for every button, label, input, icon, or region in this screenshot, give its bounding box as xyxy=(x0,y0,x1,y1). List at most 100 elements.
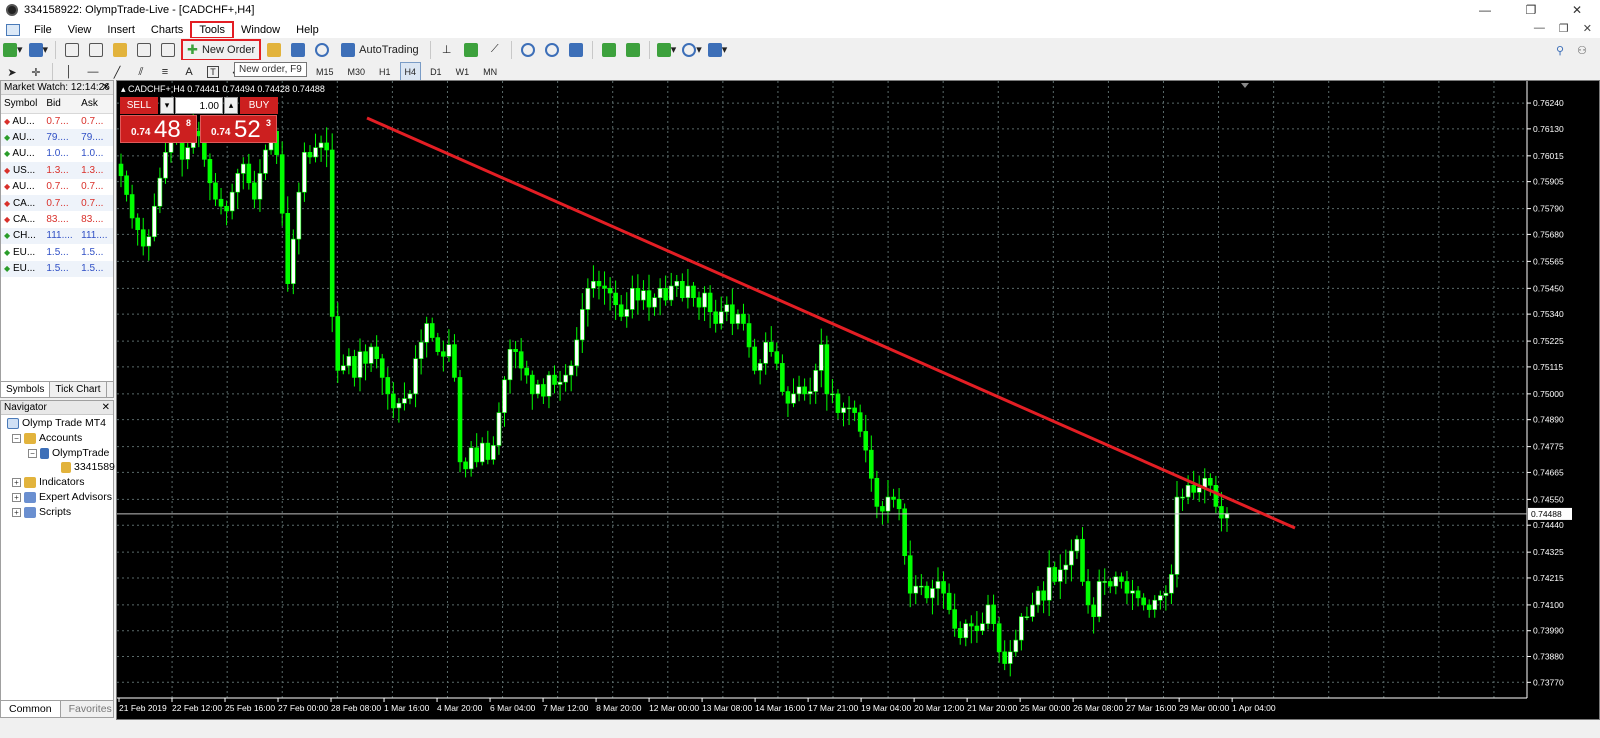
market-watch-row[interactable]: ◆ CA... 0.7... 0.7... xyxy=(1,194,113,212)
profiles-button[interactable]: ▾ xyxy=(28,40,50,60)
menu-help[interactable]: Help xyxy=(288,22,327,38)
metaeditor-button[interactable] xyxy=(264,40,284,60)
nav-scripts[interactable]: + Scripts xyxy=(12,506,71,518)
candle-bullish xyxy=(818,344,824,371)
nav-server[interactable]: − OlympTrade xyxy=(28,447,109,459)
community-button[interactable]: ⚇ xyxy=(1572,40,1592,60)
line-chart-button[interactable]: ⟋ xyxy=(485,40,505,60)
chart-shift-button[interactable] xyxy=(623,40,643,60)
candlestick-button[interactable] xyxy=(461,40,481,60)
lots-increase-button[interactable]: ▴ xyxy=(224,97,238,114)
timeframe-m15[interactable]: M15 xyxy=(311,62,339,82)
tab-common[interactable]: Common xyxy=(1,701,61,717)
zoom-out-button[interactable] xyxy=(542,40,562,60)
expand-icon[interactable]: + xyxy=(12,492,21,502)
collapse-icon[interactable]: − xyxy=(28,448,37,458)
trendline-button[interactable]: ╱ xyxy=(107,62,127,82)
expand-icon[interactable]: + xyxy=(12,507,21,517)
navigator-button[interactable] xyxy=(110,40,130,60)
chart-document-icon[interactable] xyxy=(6,23,20,36)
sell-price-button[interactable]: 0.74 48 8 xyxy=(120,115,197,143)
fibonacci-button[interactable]: ≡ xyxy=(155,62,175,82)
market-watch-row[interactable]: ◆ AU... 0.7... 0.7... xyxy=(1,113,113,129)
templates-button[interactable]: ▾ xyxy=(707,40,729,60)
sell-button[interactable]: SELL xyxy=(120,97,158,114)
market-watch-row[interactable]: ◆ EU... 1.5... 1.5... xyxy=(1,260,113,277)
timeframe-mn[interactable]: MN xyxy=(478,62,502,82)
options-button[interactable] xyxy=(312,40,332,60)
timeframe-w1[interactable]: W1 xyxy=(451,62,475,82)
equidistant-channel-button[interactable]: ⫽ xyxy=(131,62,151,82)
buy-price-button[interactable]: 0.74 52 3 xyxy=(200,115,277,143)
maximize-button[interactable]: ❐ xyxy=(1508,0,1554,20)
signals-button[interactable] xyxy=(288,40,308,60)
candle-bearish xyxy=(329,149,335,317)
navigator-close-icon[interactable]: ✕ xyxy=(102,401,110,414)
strategy-tester-button[interactable] xyxy=(158,40,178,60)
menu-tools[interactable]: Tools xyxy=(190,20,234,39)
mdi-minimize-button[interactable]: — xyxy=(1534,22,1545,35)
tile-windows-button[interactable] xyxy=(566,40,586,60)
column-symbol[interactable]: Symbol xyxy=(1,95,44,114)
minimize-button[interactable]: — xyxy=(1462,0,1508,20)
menu-file[interactable]: File xyxy=(26,22,60,38)
horizontal-line-button[interactable]: — xyxy=(83,62,103,82)
tab-symbols[interactable]: Symbols xyxy=(1,382,51,397)
market-watch-row[interactable]: ◆ AU... 1.0... 1.0... xyxy=(1,146,113,162)
data-window-button[interactable] xyxy=(86,40,106,60)
menu-window[interactable]: Window xyxy=(233,22,288,38)
nav-account[interactable]: 3341589 xyxy=(61,461,115,473)
tab-favorites[interactable]: Favorites xyxy=(61,701,121,717)
mdi-close-button[interactable]: ✕ xyxy=(1583,22,1592,35)
market-watch-row[interactable]: ◆ CH... 111.... 111.... xyxy=(1,227,113,245)
nav-accounts[interactable]: − Accounts xyxy=(12,432,82,444)
column-bid[interactable]: Bid xyxy=(43,95,79,114)
timeframe-m30[interactable]: M30 xyxy=(343,62,371,82)
crosshair-button[interactable]: ✛ xyxy=(26,62,46,82)
timeframe-h4[interactable]: H4 xyxy=(399,62,422,82)
vertical-line-button[interactable]: │ xyxy=(59,62,79,82)
expand-icon[interactable]: + xyxy=(12,477,21,487)
time-axis-label: 6 Mar 04:00 xyxy=(490,703,536,713)
market-watch-row[interactable]: ◆ AU... 79.... 79.... xyxy=(1,129,113,146)
nav-root[interactable]: Olymp Trade MT4 xyxy=(7,417,106,429)
bar-chart-button[interactable]: ⊥ xyxy=(437,40,457,60)
collapse-icon[interactable]: − xyxy=(12,433,21,443)
nav-indicators[interactable]: + Indicators xyxy=(12,476,85,488)
text-label-button[interactable]: T xyxy=(203,62,223,82)
mdi-restore-button[interactable]: ❐ xyxy=(1559,22,1569,35)
indicators-button[interactable]: ▾ xyxy=(656,40,678,60)
menu-view[interactable]: View xyxy=(60,22,100,38)
market-watch-close-icon[interactable]: ✕ xyxy=(102,81,110,94)
nav-expert-advisors[interactable]: + Expert Advisors xyxy=(12,491,112,503)
search-button[interactable]: ⚲ xyxy=(1550,40,1570,60)
menu-insert[interactable]: Insert xyxy=(99,22,143,38)
cursor-button[interactable]: ➤ xyxy=(2,62,22,82)
column-ask[interactable]: Ask xyxy=(78,95,113,114)
tab-tick-chart[interactable]: Tick Chart xyxy=(50,382,107,397)
auto-scroll-button[interactable] xyxy=(599,40,619,60)
market-watch-row[interactable]: ◆ AU... 0.7... 0.7... xyxy=(1,179,113,195)
buy-button[interactable]: BUY xyxy=(240,97,278,114)
time-axis-label: 22 Feb 12:00 xyxy=(172,703,222,713)
autotrading-button[interactable]: AutoTrading xyxy=(336,40,424,60)
lots-input[interactable]: 1.00 xyxy=(175,97,223,114)
market-watch-row[interactable]: ◆ EU... 1.5... 1.5... xyxy=(1,244,113,260)
zoom-in-button[interactable] xyxy=(518,40,538,60)
menu-charts[interactable]: Charts xyxy=(143,22,191,38)
new-chart-button[interactable]: ▾ xyxy=(2,40,24,60)
terminal-button[interactable] xyxy=(134,40,154,60)
text-button[interactable]: A xyxy=(179,62,199,82)
close-button[interactable]: ✕ xyxy=(1554,0,1600,20)
chart-window[interactable]: 0.76240 0.76130 0.76015 0.75905 0.75790 0.756… xyxy=(116,80,1600,720)
chart-collapse-icon[interactable]: ▴ xyxy=(121,84,126,94)
market-watch-row[interactable]: ◆ US... 1.3... 1.3... xyxy=(1,162,113,179)
market-watch-button[interactable] xyxy=(62,40,82,60)
new-order-button[interactable]: ✚ New Order xyxy=(181,38,262,61)
periods-button[interactable]: ▾ xyxy=(681,40,703,60)
timeframe-d1[interactable]: D1 xyxy=(425,62,447,82)
market-watch-row[interactable]: ◆ CA... 83.... 83.... xyxy=(1,211,113,227)
price-chart[interactable]: 0.76240 0.76130 0.76015 0.75905 0.75790 0.756… xyxy=(117,81,1599,719)
timeframe-h1[interactable]: H1 xyxy=(374,62,396,82)
lots-decrease-button[interactable]: ▾ xyxy=(160,97,174,114)
